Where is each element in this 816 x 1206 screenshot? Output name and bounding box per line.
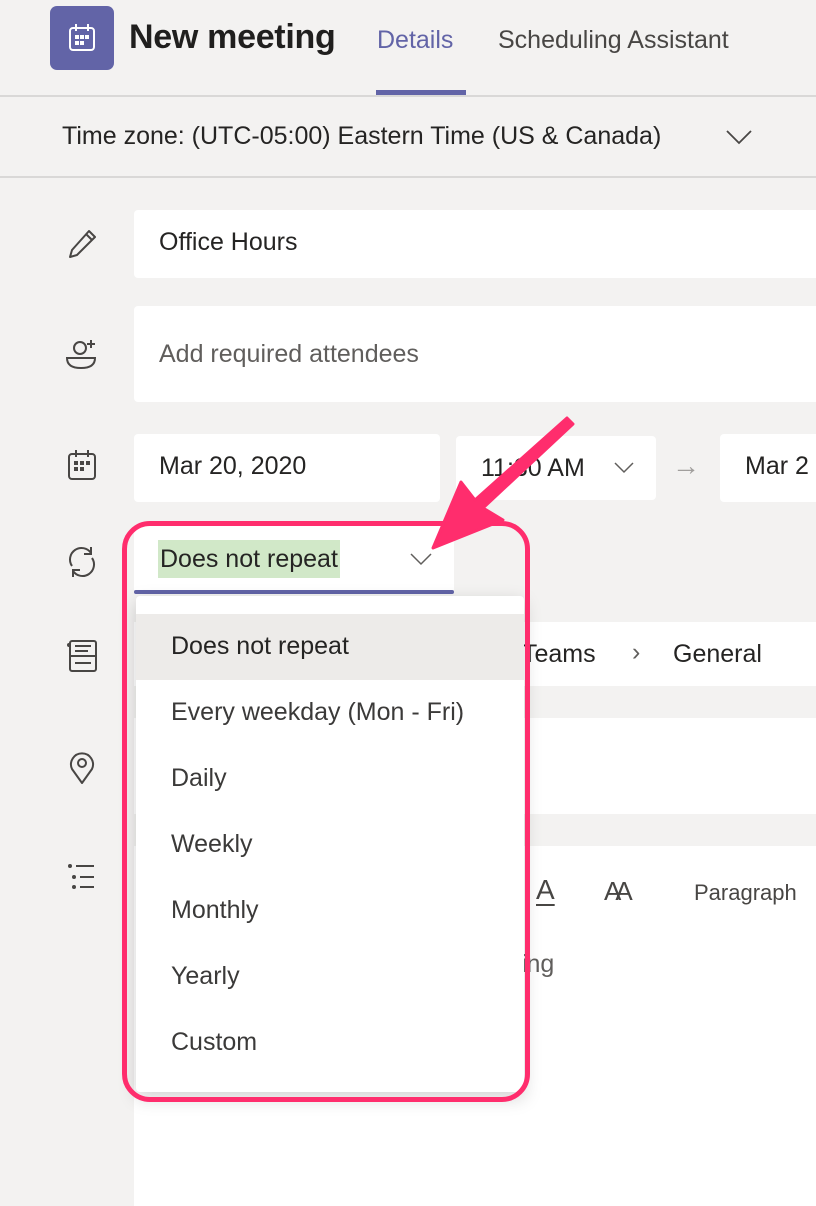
- attendees-input[interactable]: Add required attendees: [134, 306, 816, 402]
- arrow-right-icon: →: [672, 450, 700, 481]
- annotation-highlight-box: [122, 521, 530, 1102]
- channel-team: Teams: [522, 640, 596, 668]
- start-date-value: Mar 20, 2020: [159, 452, 307, 480]
- add-person-icon: [65, 340, 97, 370]
- header-divider: [0, 95, 816, 97]
- end-date-input[interactable]: Mar 2: [720, 434, 816, 502]
- timezone-divider: [0, 176, 816, 178]
- start-time-value: 11:30 AM: [481, 454, 585, 482]
- start-date-input[interactable]: Mar 20, 2020: [134, 434, 440, 502]
- tab-details[interactable]: Details: [377, 26, 453, 55]
- channel-name: General: [673, 640, 762, 668]
- pencil-icon: [69, 230, 96, 258]
- end-date-value: Mar 2: [745, 452, 809, 480]
- location-pin-icon: [70, 752, 94, 784]
- calendar-icon: [68, 450, 96, 480]
- channel-icon: [67, 640, 97, 672]
- timezone-selector[interactable]: Time zone: (UTC-05:00) Eastern Time (US …: [62, 122, 661, 151]
- attendees-placeholder: Add required attendees: [159, 340, 419, 368]
- font-size-button[interactable]: AA: [604, 876, 633, 907]
- paragraph-style-dropdown[interactable]: Paragraph: [694, 880, 797, 906]
- chevron-down-icon: [614, 462, 634, 474]
- calendar-icon: [69, 24, 95, 51]
- chevron-down-icon[interactable]: [726, 128, 752, 146]
- tab-scheduling-assistant[interactable]: Scheduling Assistant: [498, 26, 729, 55]
- title-value: Office Hours: [159, 228, 298, 256]
- app-icon: [50, 6, 114, 70]
- bullet-list-icon: [68, 864, 94, 889]
- repeat-icon: [69, 546, 95, 578]
- title-input[interactable]: Office Hours: [134, 210, 816, 278]
- page-title: New meeting: [129, 18, 336, 56]
- font-color-button[interactable]: A: [536, 874, 555, 906]
- breadcrumb-chevron-icon: ›: [632, 638, 641, 666]
- start-time-dropdown[interactable]: 11:30 AM: [456, 436, 656, 500]
